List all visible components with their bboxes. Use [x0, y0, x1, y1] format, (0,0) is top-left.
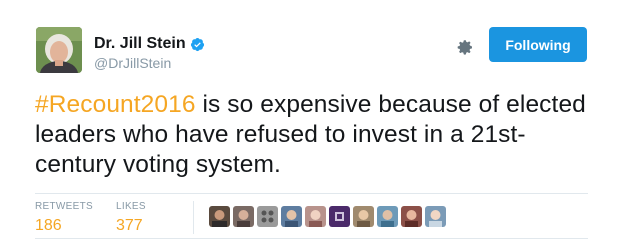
gear-icon[interactable]: [456, 38, 474, 56]
tweet-text: #Recount2016 is so expensive because of …: [35, 90, 595, 180]
likes-stat[interactable]: LIKES 377: [116, 201, 146, 236]
author-info: Dr. Jill Stein @DrJillStein: [94, 34, 205, 72]
liker-avatar[interactable]: [425, 206, 446, 227]
liker-avatar[interactable]: [257, 206, 278, 227]
liker-avatar[interactable]: [305, 206, 326, 227]
liker-avatar[interactable]: [233, 206, 254, 227]
stats-divider-top: [35, 193, 588, 194]
author-name-row[interactable]: Dr. Jill Stein: [94, 34, 205, 54]
retweets-count: 186: [35, 217, 62, 234]
liker-avatar[interactable]: [329, 206, 350, 227]
hashtag-link[interactable]: #Recount2016: [35, 91, 196, 118]
liker-avatar[interactable]: [353, 206, 374, 227]
likes-label: LIKES: [116, 201, 146, 212]
stats-divider-bottom: [35, 238, 588, 239]
liker-avatar[interactable]: [281, 206, 302, 227]
retweets-label: RETWEETS: [35, 201, 93, 212]
verified-badge-icon: [190, 37, 205, 52]
retweets-stat[interactable]: RETWEETS 186: [35, 201, 93, 236]
author-handle[interactable]: @DrJillStein: [94, 54, 205, 72]
liker-avatars: [209, 206, 449, 227]
likes-count: 377: [116, 217, 143, 234]
author-name[interactable]: Dr. Jill Stein: [94, 34, 186, 54]
liker-avatar[interactable]: [209, 206, 230, 227]
author-avatar[interactable]: [36, 27, 82, 73]
stats-separator: [193, 201, 194, 234]
liker-avatar[interactable]: [377, 206, 398, 227]
tweet-card: Dr. Jill Stein @DrJillStein Following #R…: [0, 0, 624, 246]
following-button[interactable]: Following: [489, 27, 587, 62]
liker-avatar[interactable]: [401, 206, 422, 227]
